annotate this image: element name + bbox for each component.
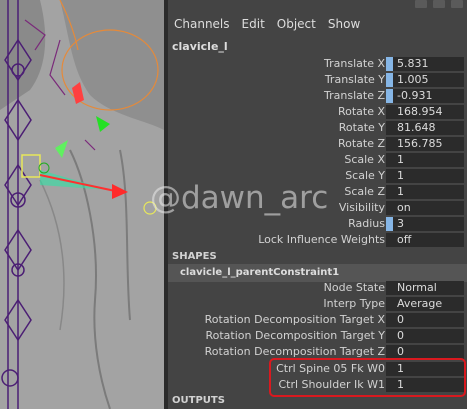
attr-value-field[interactable]: -0.931 — [386, 89, 464, 103]
attr-value-field[interactable]: 168.954 — [386, 105, 464, 119]
constraint-row-node-state[interactable]: Node State Normal — [168, 280, 467, 296]
attr-value-field[interactable]: 0 — [386, 345, 464, 359]
character-rig-view — [0, 0, 164, 409]
attr-row-radius[interactable]: Radius 3 — [168, 216, 467, 232]
attr-row-translate-x[interactable]: Translate X 5.831 — [168, 56, 467, 72]
attr-value-field[interactable]: off — [386, 233, 464, 247]
attribute-icon[interactable] — [433, 0, 445, 8]
attr-row-translate-y[interactable]: Translate Y 1.005 — [168, 72, 467, 88]
layout-icon[interactable] — [415, 0, 427, 8]
outputs-section-header: OUTPUTS — [172, 395, 225, 406]
attr-value-field[interactable]: 81.648 — [386, 121, 464, 135]
attr-label: Node State — [323, 281, 385, 294]
highlight-annotation-box — [269, 358, 466, 397]
node-name[interactable]: clavicle_l — [172, 40, 228, 53]
attr-row-lock-influence-weights[interactable]: Lock Influence Weights off — [168, 232, 467, 248]
attr-label: Rotation Decomposition Target X — [204, 313, 385, 326]
attr-value-field[interactable]: 5.831 — [386, 57, 464, 71]
attr-value-field[interactable]: 1 — [386, 153, 464, 167]
viewport-3d[interactable] — [0, 0, 164, 409]
attr-label: Scale Y — [345, 169, 385, 182]
menu-edit[interactable]: Edit — [236, 14, 271, 34]
attr-value-field[interactable]: on — [386, 201, 464, 215]
attr-label: Rotation Decomposition Target Y — [205, 329, 385, 342]
constraint-row-rot-decomp-x[interactable]: Rotation Decomposition Target X 0 — [168, 312, 467, 328]
attr-value-field[interactable]: 0 — [386, 329, 464, 343]
menu-channels[interactable]: Channels — [168, 14, 236, 34]
attr-label: Rotate X — [337, 105, 385, 118]
attr-label: Interp Type — [323, 297, 385, 310]
attr-label: Rotate Y — [338, 121, 385, 134]
attr-value-field[interactable]: 3 — [386, 217, 464, 231]
constraint-row-interp-type[interactable]: Interp Type Average — [168, 296, 467, 312]
attr-label: Scale X — [344, 153, 385, 166]
menu-object[interactable]: Object — [271, 14, 322, 34]
attr-row-visibility[interactable]: Visibility on — [168, 200, 467, 216]
channel-box-menubar: Channels Edit Object Show — [168, 14, 366, 34]
attr-label: Radius — [348, 217, 385, 230]
shapes-section-header: SHAPES — [172, 251, 217, 262]
menu-show[interactable]: Show — [322, 14, 366, 34]
toolbar-icons — [415, 0, 463, 10]
attr-row-scale-x[interactable]: Scale X 1 — [168, 152, 467, 168]
attr-label: Translate X — [324, 57, 385, 70]
attr-label: Rotate Z — [337, 137, 385, 150]
attr-value-field[interactable]: 1 — [386, 185, 464, 199]
attr-row-scale-z[interactable]: Scale Z 1 — [168, 184, 467, 200]
attr-label: Scale Z — [344, 185, 385, 198]
attr-value-field[interactable]: Normal — [386, 281, 464, 295]
attr-row-rotate-z[interactable]: Rotate Z 156.785 — [168, 136, 467, 152]
attr-label: Lock Influence Weights — [258, 233, 385, 246]
attr-label: Translate Z — [324, 89, 385, 102]
attr-row-rotate-x[interactable]: Rotate X 168.954 — [168, 104, 467, 120]
attr-row-rotate-y[interactable]: Rotate Y 81.648 — [168, 120, 467, 136]
attr-row-translate-z[interactable]: Translate Z -0.931 — [168, 88, 467, 104]
constraint-row-rot-decomp-y[interactable]: Rotation Decomposition Target Y 0 — [168, 328, 467, 344]
attr-label: Visibility — [338, 201, 385, 214]
attr-row-scale-y[interactable]: Scale Y 1 — [168, 168, 467, 184]
attr-label: Translate Y — [324, 73, 385, 86]
attr-value-field[interactable]: 1 — [386, 169, 464, 183]
attr-value-field[interactable]: Average — [386, 297, 464, 311]
settings-icon[interactable] — [451, 0, 463, 8]
attr-value-field[interactable]: 156.785 — [386, 137, 464, 151]
attr-value-field[interactable]: 0 — [386, 313, 464, 327]
channel-box: Channels Edit Object Show clavicle_l Tra… — [168, 0, 467, 409]
attr-value-field[interactable]: 1.005 — [386, 73, 464, 87]
